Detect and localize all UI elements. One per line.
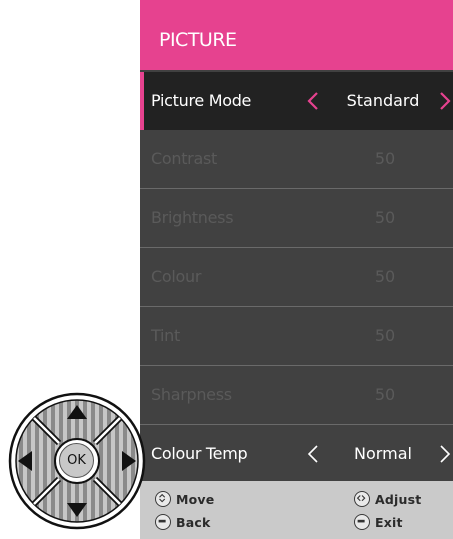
chevron-left-icon[interactable] bbox=[306, 443, 320, 465]
menu-row-sharpness[interactable]: Sharpness 50 bbox=[140, 366, 453, 424]
chevron-right-icon[interactable] bbox=[438, 90, 452, 112]
row-value: 50 bbox=[374, 149, 396, 168]
row-label: Tint bbox=[151, 326, 180, 345]
row-label: Colour bbox=[151, 267, 202, 286]
menu-row-colour-temp[interactable]: Colour Temp Normal bbox=[140, 425, 453, 483]
row-value: Standard bbox=[346, 91, 420, 110]
hint-back: Back bbox=[155, 513, 211, 531]
ok-button[interactable]: OK bbox=[54, 438, 100, 484]
menu-footer: Move Adjust Back Exit bbox=[140, 481, 453, 539]
row-label: Picture Mode bbox=[151, 91, 252, 110]
hint-exit: Exit bbox=[354, 513, 403, 531]
row-label: Brightness bbox=[151, 208, 234, 227]
menu-row-contrast[interactable]: Contrast 50 bbox=[140, 130, 453, 188]
row-value: Normal bbox=[354, 444, 412, 463]
menu-row-tint[interactable]: Tint 50 bbox=[140, 307, 453, 365]
chevron-right-icon[interactable] bbox=[438, 443, 452, 465]
menu-button-icon bbox=[155, 514, 171, 530]
menu-header: PICTURE bbox=[140, 0, 453, 70]
row-value: 50 bbox=[374, 385, 396, 404]
row-label: Contrast bbox=[151, 149, 217, 168]
arrow-down-icon[interactable] bbox=[65, 501, 89, 519]
row-value: 50 bbox=[374, 326, 396, 345]
hint-exit-label: Exit bbox=[375, 514, 403, 530]
menu-title: PICTURE bbox=[159, 29, 237, 51]
ok-button-label: OK bbox=[67, 453, 86, 468]
hint-move-label: Move bbox=[176, 491, 215, 507]
menu-row-picture-mode[interactable]: Picture Mode Standard bbox=[140, 72, 453, 130]
arrow-right-icon[interactable] bbox=[120, 449, 138, 473]
hint-adjust: Adjust bbox=[354, 490, 421, 508]
hint-move: Move bbox=[155, 490, 214, 508]
exit-button-icon bbox=[354, 514, 370, 530]
chevron-left-icon[interactable] bbox=[306, 90, 320, 112]
arrow-left-icon[interactable] bbox=[16, 449, 34, 473]
menu-row-colour[interactable]: Colour 50 bbox=[140, 248, 453, 306]
picture-menu: PICTURE Picture Mode Standard Contrast 5… bbox=[140, 0, 453, 539]
menu-row-brightness[interactable]: Brightness 50 bbox=[140, 189, 453, 247]
row-label: Colour Temp bbox=[151, 444, 248, 463]
remote-dpad: OK bbox=[3, 391, 152, 531]
arrow-up-icon[interactable] bbox=[65, 403, 89, 421]
hint-back-label: Back bbox=[176, 514, 211, 530]
up-down-icon bbox=[155, 491, 171, 507]
hint-adjust-label: Adjust bbox=[375, 491, 422, 507]
row-label: Sharpness bbox=[151, 385, 232, 404]
row-value: 50 bbox=[374, 208, 396, 227]
left-right-icon bbox=[354, 491, 370, 507]
row-value: 50 bbox=[374, 267, 396, 286]
